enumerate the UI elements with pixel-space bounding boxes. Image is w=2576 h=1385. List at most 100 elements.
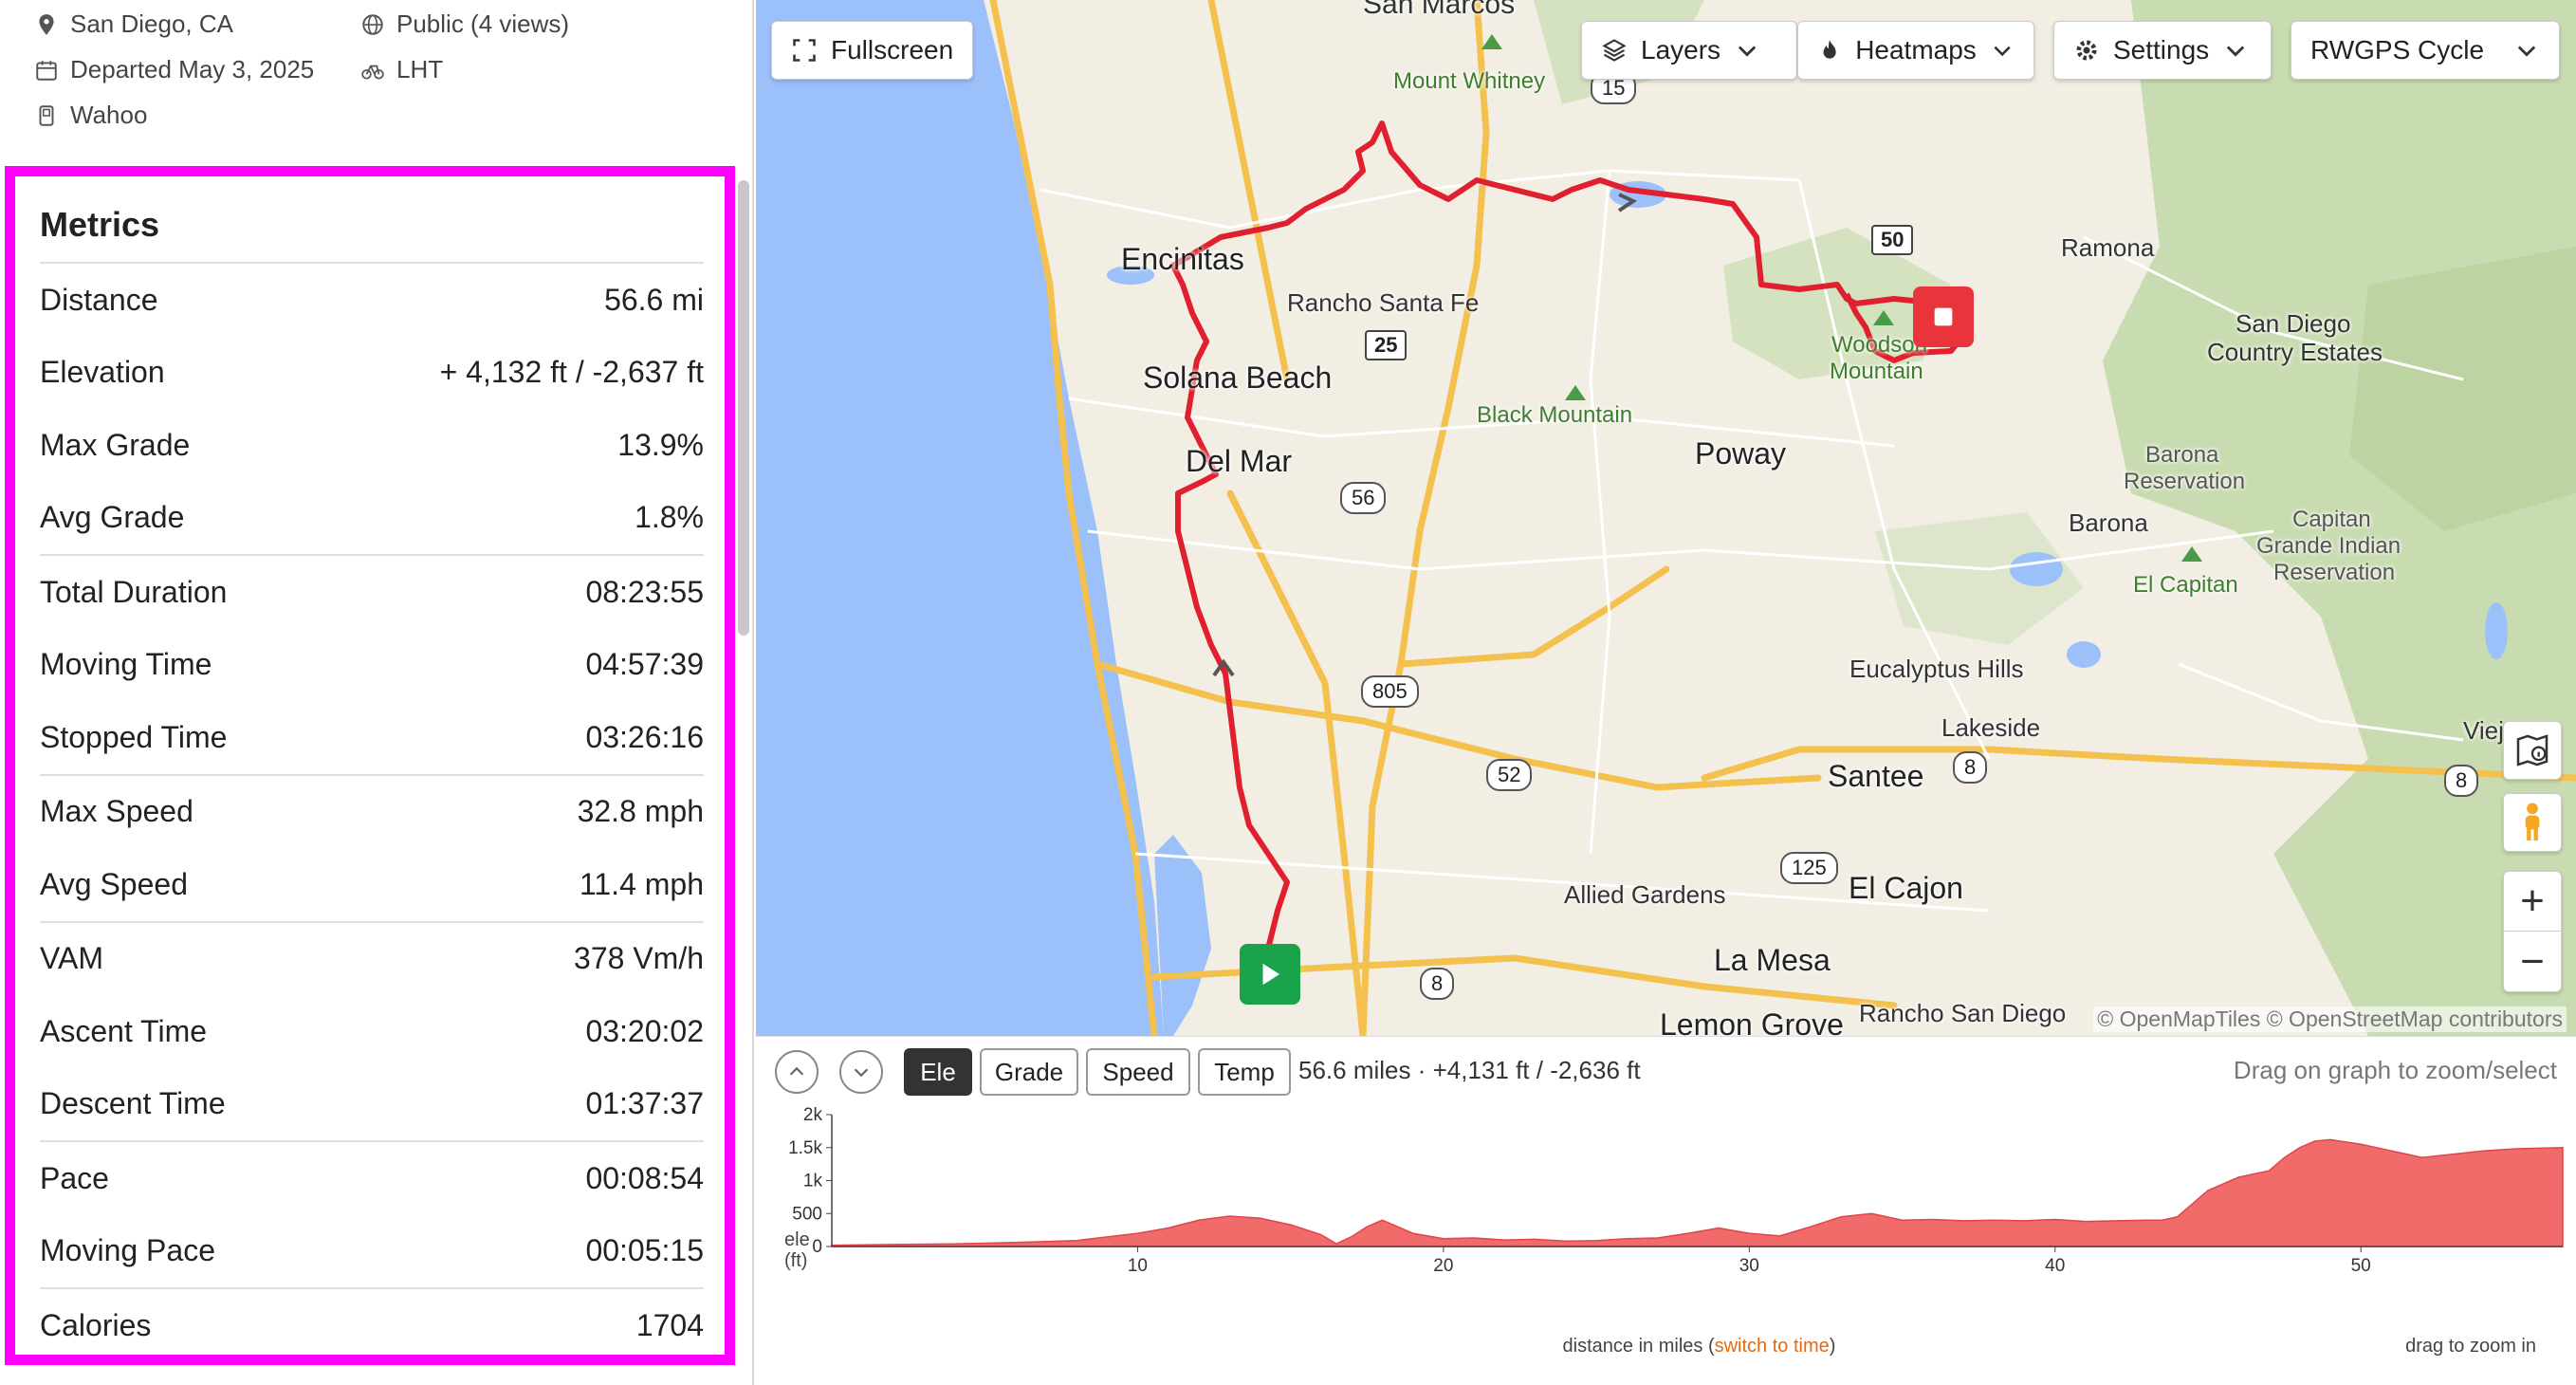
y-axis-unit: (ft) — [784, 1250, 807, 1271]
collapse-down-button[interactable] — [839, 1050, 883, 1094]
place-label: Barona — [2069, 508, 2148, 537]
metric-label: Avg Grade — [40, 500, 185, 535]
elevation-summary: 56.6 miles · +4,131 ft / -2,636 ft — [1298, 1056, 1641, 1084]
highway-shield: 125 — [1780, 852, 1838, 884]
map-info-icon — [2516, 734, 2548, 766]
route-map[interactable]: San Marcos Mount Whitney Encinitas Ranch… — [756, 0, 2576, 1036]
location-text: San Diego, CA — [70, 9, 233, 38]
elevation-chart[interactable]: 0 500 1k 1.5k 2k 10 20 30 40 50 ele (ft) — [756, 1103, 2576, 1336]
metric-group: Calories 1704 — [40, 1287, 704, 1362]
mile-marker[interactable]: 25 — [1365, 330, 1408, 360]
metric-label: Moving Pace — [40, 1233, 215, 1268]
activity-side-panel: San Diego, CA Departed May 3, 2025 Wahoo… — [0, 0, 754, 1385]
elevation-panel: Ele Grade Speed Temp 56.6 miles · +4,131… — [756, 1036, 2576, 1385]
metric-row: Calories 1704 — [40, 1289, 704, 1362]
device-text: Wahoo — [70, 101, 148, 129]
x-tick-label: 10 — [1128, 1256, 1148, 1276]
fullscreen-button[interactable]: Fullscreen — [771, 21, 974, 80]
y-tick-label: 1k — [803, 1172, 823, 1191]
place-label: Reservation — [2124, 469, 2246, 494]
metric-row: Moving Time 04:57:39 — [40, 629, 704, 702]
place-label: Capitan — [2292, 507, 2371, 532]
metric-row: Avg Speed 11.4 mph — [40, 848, 704, 921]
chevron-down-icon — [2227, 46, 2245, 57]
expand-up-button[interactable] — [775, 1050, 819, 1094]
zoom-out-button[interactable]: − — [2503, 932, 2562, 991]
pegman-icon — [2525, 803, 2540, 841]
map-info-button[interactable] — [2503, 721, 2562, 780]
y-tick-label: 0 — [812, 1237, 822, 1257]
highway-shield: 8 — [2444, 765, 2479, 797]
metric-label: Moving Time — [40, 647, 212, 682]
metric-value: 00:08:54 — [585, 1160, 704, 1195]
route-end-marker[interactable] — [1913, 286, 1974, 347]
bicycle-icon — [361, 65, 384, 80]
tab-elevation[interactable]: Ele — [904, 1048, 972, 1096]
metric-row: Distance 56.6 mi — [40, 264, 704, 337]
place-label: Del Mar — [1186, 444, 1293, 478]
highway-shield: 56 — [1340, 482, 1387, 514]
place-label: Grande Indian — [2256, 533, 2401, 559]
zoom-in-button[interactable]: + — [2503, 872, 2562, 933]
metric-label: VAM — [40, 941, 103, 976]
metric-row: Total Duration 08:23:55 — [40, 556, 704, 629]
peak-label: Mount Whitney — [1393, 68, 1546, 94]
x-axis-label-suffix: ) — [1829, 1336, 1836, 1357]
route-start-marker[interactable] — [1240, 944, 1300, 1005]
device-info: Wahoo — [34, 101, 147, 130]
metric-row: VAM 378 Vm/h — [40, 923, 704, 996]
metric-label: Avg Speed — [40, 866, 188, 901]
metric-row: Avg Grade 1.8% — [40, 482, 704, 555]
y-tick-label: 1.5k — [788, 1138, 822, 1158]
mile-marker[interactable]: 50 — [1871, 225, 1914, 255]
metric-group: Total Duration 08:23:55 Moving Time 04:57:3… — [40, 554, 704, 774]
settings-button[interactable]: Settings — [2053, 21, 2272, 80]
place-label: Encinitas — [1121, 242, 1244, 276]
departed-info: Departed May 3, 2025 — [34, 55, 314, 84]
elevation-area — [831, 1138, 2564, 1247]
layers-button[interactable]: Layers — [1581, 21, 1797, 80]
x-tick-label: 40 — [2045, 1256, 2065, 1276]
privacy-text[interactable]: Public (4 views) — [396, 9, 569, 39]
place-label: Country Estates — [2207, 338, 2383, 366]
place-label: San Diego — [2236, 309, 2351, 338]
calendar-icon — [36, 60, 57, 81]
metric-label: Distance — [40, 282, 158, 317]
zoom-controls: + − — [2503, 871, 2562, 992]
device-icon — [39, 104, 54, 126]
tab-grade[interactable]: Grade — [980, 1048, 1078, 1096]
place-label: Poway — [1695, 436, 1787, 471]
map-attribution[interactable]: © OpenMapTiles © OpenStreetMap contribut… — [2093, 1006, 2567, 1032]
tab-speed[interactable]: Speed — [1086, 1048, 1190, 1096]
chevron-down-icon — [2517, 46, 2536, 57]
metric-label: Descent Time — [40, 1086, 226, 1121]
globe-icon — [362, 13, 383, 35]
metrics-panel: Metrics Distance 56.6 mi Elevation + 4,132 … — [5, 166, 735, 1365]
tab-temp[interactable]: Temp — [1198, 1048, 1291, 1096]
metric-group: Distance 56.6 mi Elevation + 4,132 ft / -2,… — [40, 262, 704, 554]
metrics-list: Distance 56.6 mi Elevation + 4,132 ft / -2,… — [40, 262, 704, 1362]
x-tick-label: 30 — [1739, 1256, 1759, 1276]
bike-text[interactable]: LHT — [396, 55, 443, 84]
place-label: Reservation — [2273, 560, 2396, 585]
metric-group: Pace 00:08:54 Moving Pace 00:05:15 — [40, 1140, 704, 1287]
heatmaps-button[interactable]: Heatmaps — [1797, 21, 2034, 80]
metric-value: 00:05:15 — [585, 1233, 704, 1268]
metric-value: 1.8% — [635, 500, 704, 535]
street-view-button[interactable] — [2503, 793, 2562, 852]
settings-label: Settings — [2113, 35, 2210, 65]
chevron-down-icon — [854, 1068, 869, 1078]
metric-label: Pace — [40, 1160, 109, 1195]
metric-group: Max Speed 32.8 mph Avg Speed 11.4 mph — [40, 773, 704, 921]
layers-icon — [1602, 39, 1627, 62]
metric-row: Pace 00:08:54 — [40, 1142, 704, 1215]
metric-row: Descent Time 01:37:37 — [40, 1068, 704, 1141]
side-panel-scrollbar[interactable] — [738, 180, 749, 636]
metric-value: 32.8 mph — [577, 794, 704, 829]
map-type-select[interactable]: RWGPS Cycle — [2291, 21, 2560, 80]
metric-row: Max Speed 32.8 mph — [40, 776, 704, 849]
x-tick-label: 20 — [1433, 1256, 1453, 1276]
place-label: Eucalyptus Hills — [1849, 655, 2024, 683]
switch-to-time-link[interactable]: switch to time — [1715, 1336, 1830, 1357]
peak-label: El Capitan — [2133, 572, 2238, 598]
